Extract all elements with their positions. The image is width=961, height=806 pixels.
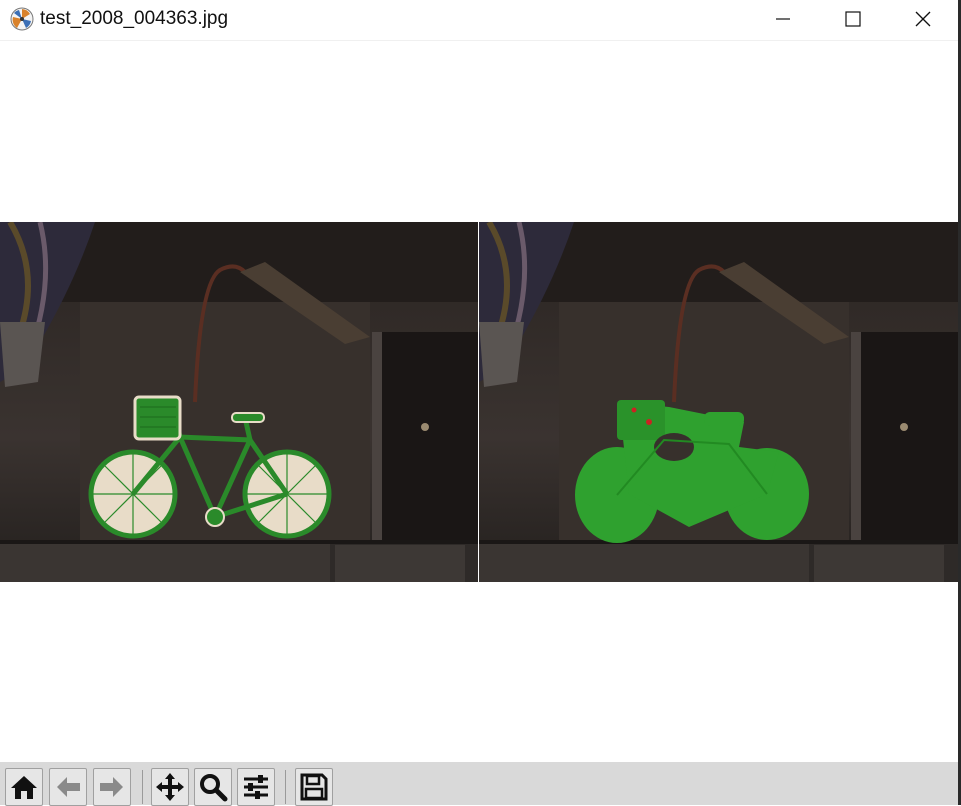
minimize-button[interactable]	[760, 0, 806, 38]
toolbar-separator	[142, 770, 143, 804]
save-button[interactable]	[295, 768, 333, 806]
arrow-left-icon	[57, 777, 80, 797]
window-title: test_2008_004363.jpg	[40, 8, 229, 29]
arrow-right-icon	[100, 777, 123, 797]
right-panel	[479, 222, 958, 582]
sliders-icon	[244, 775, 268, 799]
title-bar: test_2008_004363.jpg	[0, 0, 961, 41]
zoom-button[interactable]	[194, 768, 232, 806]
back-button[interactable]	[49, 768, 87, 806]
floppy-disk-icon	[300, 773, 328, 801]
configure-subplots-button[interactable]	[237, 768, 275, 806]
move-icon	[156, 773, 184, 801]
toolbar-separator	[285, 770, 286, 804]
maximize-button[interactable]	[830, 0, 876, 38]
home-icon	[11, 776, 37, 799]
navigation-toolbar	[0, 762, 958, 806]
segmentation-figure	[0, 222, 958, 582]
close-button[interactable]	[900, 0, 946, 38]
home-button[interactable]	[5, 768, 43, 806]
left-panel	[0, 222, 478, 582]
matplotlib-logo-icon	[10, 7, 34, 31]
forward-button[interactable]	[93, 768, 131, 806]
minimize-icon	[776, 18, 790, 20]
maximize-icon	[845, 11, 861, 27]
pan-button[interactable]	[151, 768, 189, 806]
close-icon	[915, 11, 931, 27]
magnifier-icon	[200, 774, 228, 802]
